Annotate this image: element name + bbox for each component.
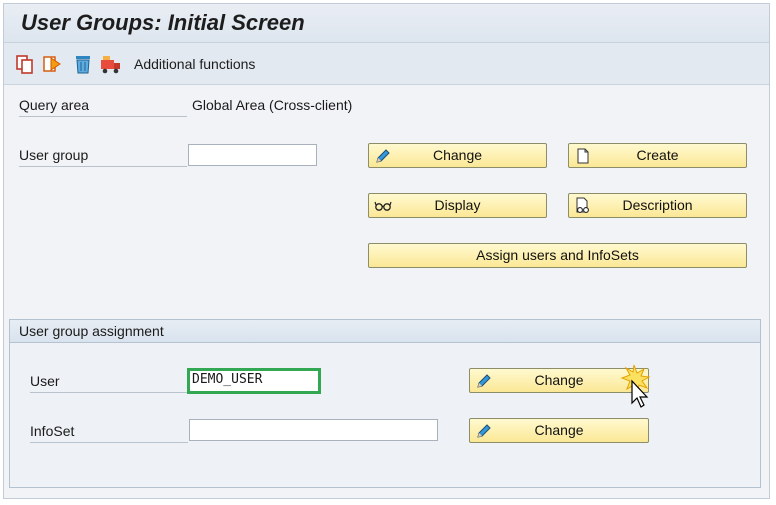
page-title: User Groups: Initial Screen	[21, 10, 305, 35]
create-button-label: Create	[636, 147, 679, 163]
user-group-label: User group	[19, 144, 187, 167]
infoset-input[interactable]	[189, 419, 438, 441]
display-button-label: Display	[434, 197, 481, 213]
delete-icon[interactable]	[72, 53, 94, 75]
query-area-value: Global Area (Cross-client)	[192, 97, 353, 113]
change-infoset-button[interactable]: Change	[469, 418, 649, 443]
pencil-icon	[477, 424, 491, 438]
description-button-label: Description	[622, 197, 693, 213]
user-group-input[interactable]	[188, 144, 317, 166]
change-user-label: Change	[534, 372, 584, 388]
title-bar: User Groups: Initial Screen	[4, 4, 769, 43]
additional-functions-menu[interactable]: Additional functions	[134, 56, 255, 72]
assign-button-label: Assign users and InfoSets	[476, 247, 639, 263]
create-user-group-button[interactable]: Create	[568, 143, 747, 168]
user-input[interactable]: DEMO_USER	[187, 368, 321, 394]
execute-icon[interactable]	[42, 53, 64, 75]
display-user-group-button[interactable]: Display	[368, 193, 547, 218]
assign-users-infosets-button[interactable]: Assign users and InfoSets	[368, 243, 747, 268]
query-area-label: Query area	[19, 94, 187, 117]
pencil-icon	[376, 149, 390, 163]
copy-icon[interactable]	[14, 53, 36, 75]
new-document-icon	[577, 148, 589, 164]
description-button[interactable]: Description	[568, 193, 747, 218]
main-window: User Groups: Initial Screen Additional f…	[3, 3, 770, 499]
change-infoset-label: Change	[534, 422, 584, 438]
infoset-label: InfoSet	[30, 420, 188, 443]
group-box-title: User group assignment	[19, 323, 164, 339]
pencil-icon	[477, 374, 491, 388]
user-label: User	[30, 370, 188, 393]
change-user-group-button[interactable]: Change	[368, 143, 547, 168]
change-button-label: Change	[432, 147, 483, 163]
application-toolbar: Additional functions	[4, 43, 769, 85]
group-box-header: User group assignment	[10, 320, 760, 343]
mouse-cursor-icon	[620, 364, 651, 408]
transport-icon[interactable]	[100, 53, 122, 75]
glasses-icon	[374, 201, 392, 211]
document-glasses-icon	[576, 197, 589, 213]
